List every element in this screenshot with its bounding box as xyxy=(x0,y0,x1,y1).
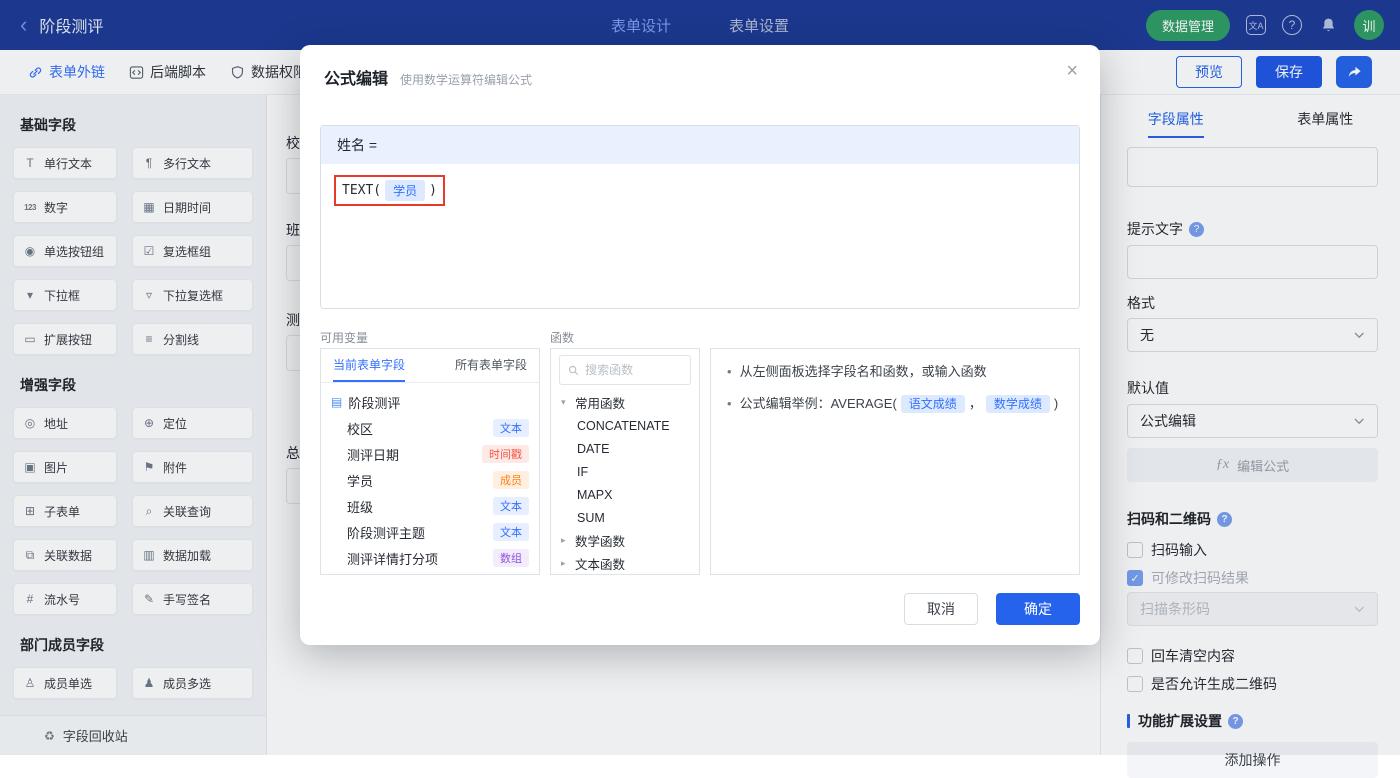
chevron-right-icon: ▸ xyxy=(561,535,570,546)
confirm-button[interactable]: 确定 xyxy=(996,593,1080,625)
variable-type-tag: 文本 xyxy=(493,523,529,541)
variable-type-tag: 文本 xyxy=(493,497,529,515)
field-chip[interactable]: 学员 xyxy=(385,180,425,201)
tab-current-form-fields[interactable]: 当前表单字段 xyxy=(333,349,405,382)
function-search[interactable] xyxy=(559,355,691,385)
functions-panel: ▾常用函数 CONCATENATE DATE IF MAPX SUM ▸数学函数… xyxy=(550,348,700,575)
variable-type-tag: 时间戳 xyxy=(482,445,529,463)
variables-label: 可用变量 xyxy=(320,329,368,346)
bullet-icon: • xyxy=(727,396,732,411)
function-item[interactable]: SUM xyxy=(551,506,699,529)
search-icon xyxy=(568,364,579,377)
formula-function-text: TEXT( xyxy=(342,183,381,198)
variable-name: 学员 xyxy=(347,471,373,490)
example-field-chip: 数学成绩 xyxy=(986,395,1050,413)
tip-item: •从左侧面板选择字段名和函数，或输入函数 xyxy=(727,362,1063,382)
function-search-input[interactable] xyxy=(585,363,682,377)
formula-edit-modal: 公式编辑 使用数学运算符编辑公式 × 姓名 = TEXT( 学员 ) 可用变量 … xyxy=(300,45,1100,645)
modal-title: 公式编辑 xyxy=(324,65,388,89)
function-item[interactable]: DATE xyxy=(551,437,699,460)
variable-item[interactable]: 测评详情打分项 数组 xyxy=(321,545,539,571)
bullet-icon: • xyxy=(727,364,732,379)
form-root-node[interactable]: ▤ 阶段测评 xyxy=(321,389,539,415)
variable-item[interactable]: 校区 文本 xyxy=(321,415,539,441)
variable-name: 班级 xyxy=(347,497,373,516)
function-item[interactable]: CONCATENATE xyxy=(551,414,699,437)
variable-name: 测评日期 xyxy=(347,445,399,464)
variable-type-tag: 成员 xyxy=(493,471,529,489)
function-item[interactable]: MAPX xyxy=(551,483,699,506)
chevron-down-icon: ▾ xyxy=(561,397,570,408)
variable-name: 校区 xyxy=(347,419,373,438)
function-item[interactable]: IF xyxy=(551,460,699,483)
formula-close-paren: ) xyxy=(429,183,437,198)
form-doc-icon: ▤ xyxy=(331,395,342,409)
functions-label: 函数 xyxy=(550,329,574,346)
function-group-math[interactable]: ▸数学函数 xyxy=(551,529,699,552)
tip-item: •公式编辑举例：AVERAGE(语文成绩，数学成绩) xyxy=(727,394,1063,414)
variable-name: 测评详情打分项 xyxy=(347,549,438,568)
variable-name: 阶段测评主题 xyxy=(347,523,425,542)
formula-error-highlight: TEXT( 学员 ) xyxy=(334,175,445,206)
formula-target: 姓名 = xyxy=(321,126,1079,164)
tips-panel: •从左侧面板选择字段名和函数，或输入函数 •公式编辑举例：AVERAGE(语文成… xyxy=(710,348,1080,575)
formula-input-area[interactable]: TEXT( 学员 ) xyxy=(321,164,1079,308)
function-group-text[interactable]: ▸文本函数 xyxy=(551,552,699,575)
variables-panel: 当前表单字段 所有表单字段 ▤ 阶段测评 校区文本 测评日期时间戳 学员成员 班… xyxy=(320,348,540,575)
variable-item[interactable]: 测评日期 时间戳 xyxy=(321,441,539,467)
function-group-common[interactable]: ▾常用函数 xyxy=(551,391,699,414)
tab-all-form-fields[interactable]: 所有表单字段 xyxy=(455,349,527,382)
example-field-chip: 语文成绩 xyxy=(901,395,965,413)
variable-item[interactable]: 班级 文本 xyxy=(321,493,539,519)
close-icon[interactable]: × xyxy=(1066,61,1078,81)
cancel-button[interactable]: 取消 xyxy=(904,593,978,625)
variable-item[interactable]: 学员 成员 xyxy=(321,467,539,493)
formula-editor: 姓名 = TEXT( 学员 ) xyxy=(320,125,1080,309)
modal-subtitle: 使用数学运算符编辑公式 xyxy=(400,71,532,88)
variable-type-tag: 数组 xyxy=(493,549,529,567)
variable-item[interactable]: 阶段测评主题 文本 xyxy=(321,519,539,545)
chevron-right-icon: ▸ xyxy=(561,558,570,569)
variable-type-tag: 文本 xyxy=(493,419,529,437)
